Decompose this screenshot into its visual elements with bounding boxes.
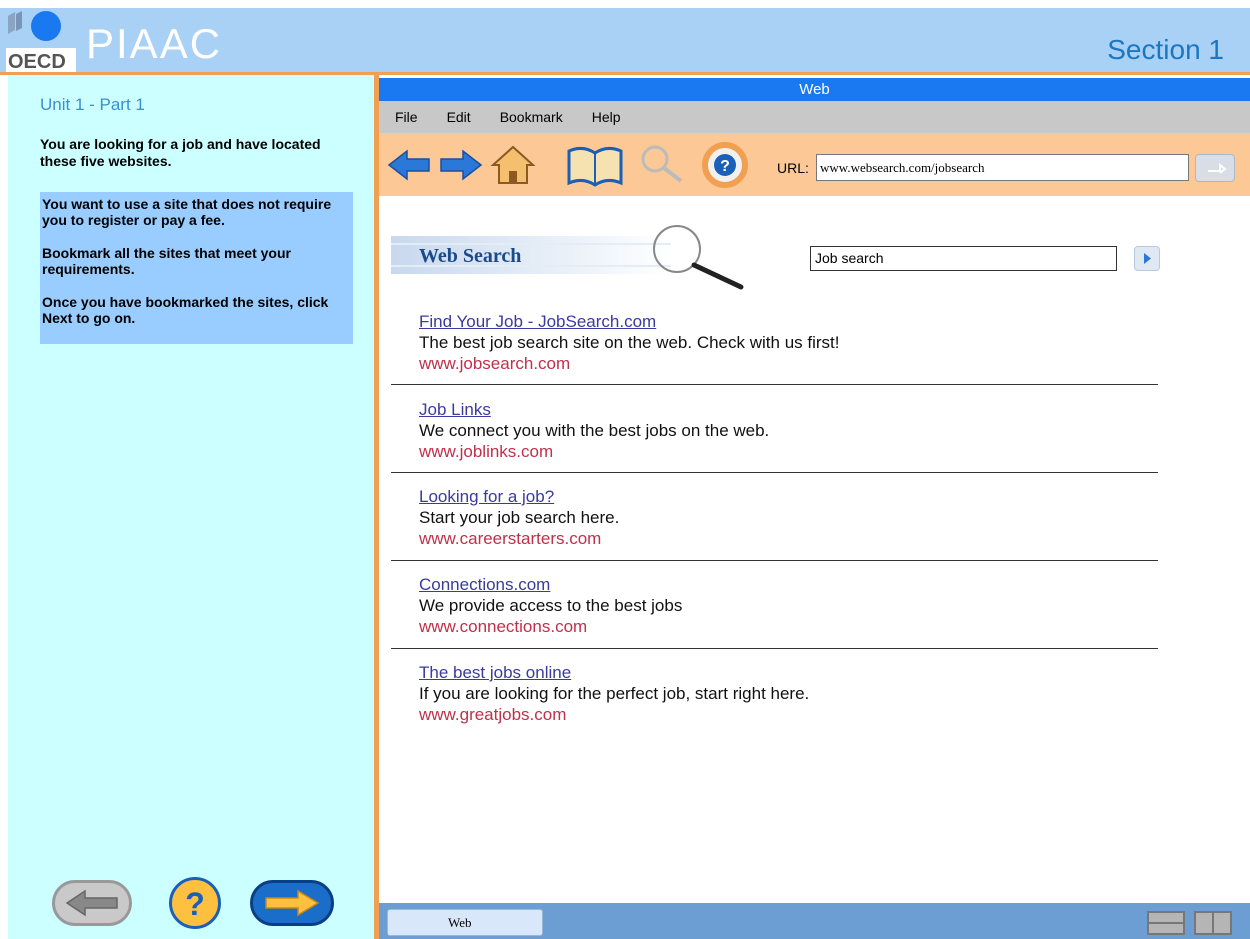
back-arrow-icon[interactable] [385, 141, 433, 189]
web-search-title: Web Search [419, 245, 522, 267]
play-arrow-icon [1144, 253, 1151, 264]
svg-text:?: ? [185, 886, 205, 921]
header-bar: OECD PIAAC Section 1 [0, 8, 1250, 72]
layout-side-by-side-icon[interactable] [1194, 911, 1232, 935]
question-mark-icon: ? [185, 886, 205, 921]
stacked-panes-icon [1149, 922, 1183, 924]
instruction-2: Bookmark all the sites that meet your re… [42, 245, 291, 277]
url-go-button[interactable] [1195, 154, 1235, 182]
result-description: We connect you with the best jobs on the… [419, 421, 770, 440]
oecd-logo-text: OECD [8, 51, 66, 72]
result-divider [391, 384, 1158, 385]
result-description: We provide access to the best jobs [419, 596, 683, 615]
back-arrow-icon [65, 889, 118, 917]
side-panes-icon [1212, 913, 1214, 933]
search-result: Find Your Job - JobSearch.com The best j… [419, 312, 1158, 374]
result-url: www.connections.com [419, 617, 588, 636]
search-result: Looking for a job? Start your job search… [419, 487, 1158, 549]
instruction-box: You want to use a site that does not req… [40, 192, 353, 344]
browser-menubar: File Edit Bookmark Help [379, 101, 1250, 133]
search-result: Job Links We connect you with the best j… [419, 400, 1158, 462]
menu-edit[interactable]: Edit [447, 109, 471, 125]
layout-stacked-icon[interactable] [1147, 911, 1185, 935]
help-lifebuoy-icon[interactable]: ? [701, 141, 749, 189]
next-button[interactable] [250, 880, 334, 926]
result-link[interactable]: Connections.com [419, 575, 1158, 595]
search-result: Connections.com We provide access to the… [419, 575, 1158, 637]
magnifier-icon [653, 225, 744, 290]
menu-help[interactable]: Help [592, 109, 621, 125]
instruction-3: Once you have bookmarked the sites, clic… [42, 294, 329, 326]
bookmark-book-icon[interactable] [565, 141, 625, 189]
browser-toolbar: ? URL: www.websearch.com/jobsearch [379, 133, 1250, 196]
url-input[interactable]: www.websearch.com/jobsearch [816, 154, 1189, 181]
taskbar-web-tab[interactable]: Web [387, 909, 543, 936]
search-input[interactable]: Job search [810, 246, 1117, 271]
result-url: www.jobsearch.com [419, 354, 571, 373]
brand-title: PIAAC [86, 20, 223, 67]
result-divider [391, 472, 1158, 473]
forward-arrow-icon[interactable] [437, 141, 485, 189]
menu-bookmark[interactable]: Bookmark [500, 109, 563, 125]
search-result: The best jobs online If you are looking … [419, 663, 1158, 725]
instruction-panel: Unit 1 - Part 1 You are looking for a jo… [8, 75, 374, 939]
unit-title: Unit 1 - Part 1 [40, 95, 145, 114]
intro-text: You are looking for a job and have locat… [40, 136, 321, 169]
result-divider [391, 560, 1158, 561]
oecd-logo: OECD [6, 11, 76, 72]
search-magnifier-icon[interactable] [637, 141, 685, 189]
result-url: www.greatjobs.com [419, 705, 567, 724]
result-url: www.careerstarters.com [419, 529, 602, 548]
result-link[interactable]: Looking for a job? [419, 487, 1158, 507]
go-arrow-icon [1208, 162, 1227, 174]
browser-window: Web File Edit Bookmark Help ? URL: www.w… [379, 75, 1250, 939]
result-link[interactable]: Job Links [419, 400, 1158, 420]
search-button[interactable] [1134, 246, 1160, 271]
home-icon[interactable] [489, 141, 537, 189]
result-link[interactable]: Find Your Job - JobSearch.com [419, 312, 1158, 332]
app-root: OECD PIAAC Section 1 Unit 1 - Part 1 You… [0, 0, 1250, 939]
next-arrow-icon [265, 889, 320, 917]
section-label: Section 1 [1107, 34, 1224, 65]
help-button[interactable]: ? [169, 877, 221, 929]
url-label: URL: [777, 160, 809, 176]
result-description: Start your job search here. [419, 508, 620, 527]
browser-taskbar: Web [379, 903, 1250, 939]
result-link[interactable]: The best jobs online [419, 663, 1158, 683]
result-description: The best job search site on the web. Che… [419, 333, 840, 352]
instruction-1: You want to use a site that does not req… [42, 196, 332, 228]
menu-file[interactable]: File [395, 109, 418, 125]
back-button[interactable] [52, 880, 132, 926]
svg-text:?: ? [720, 158, 730, 175]
result-url: www.joblinks.com [419, 442, 554, 461]
result-divider [391, 648, 1158, 649]
browser-titlebar: Web [379, 78, 1250, 101]
result-description: If you are looking for the perfect job, … [419, 684, 810, 703]
